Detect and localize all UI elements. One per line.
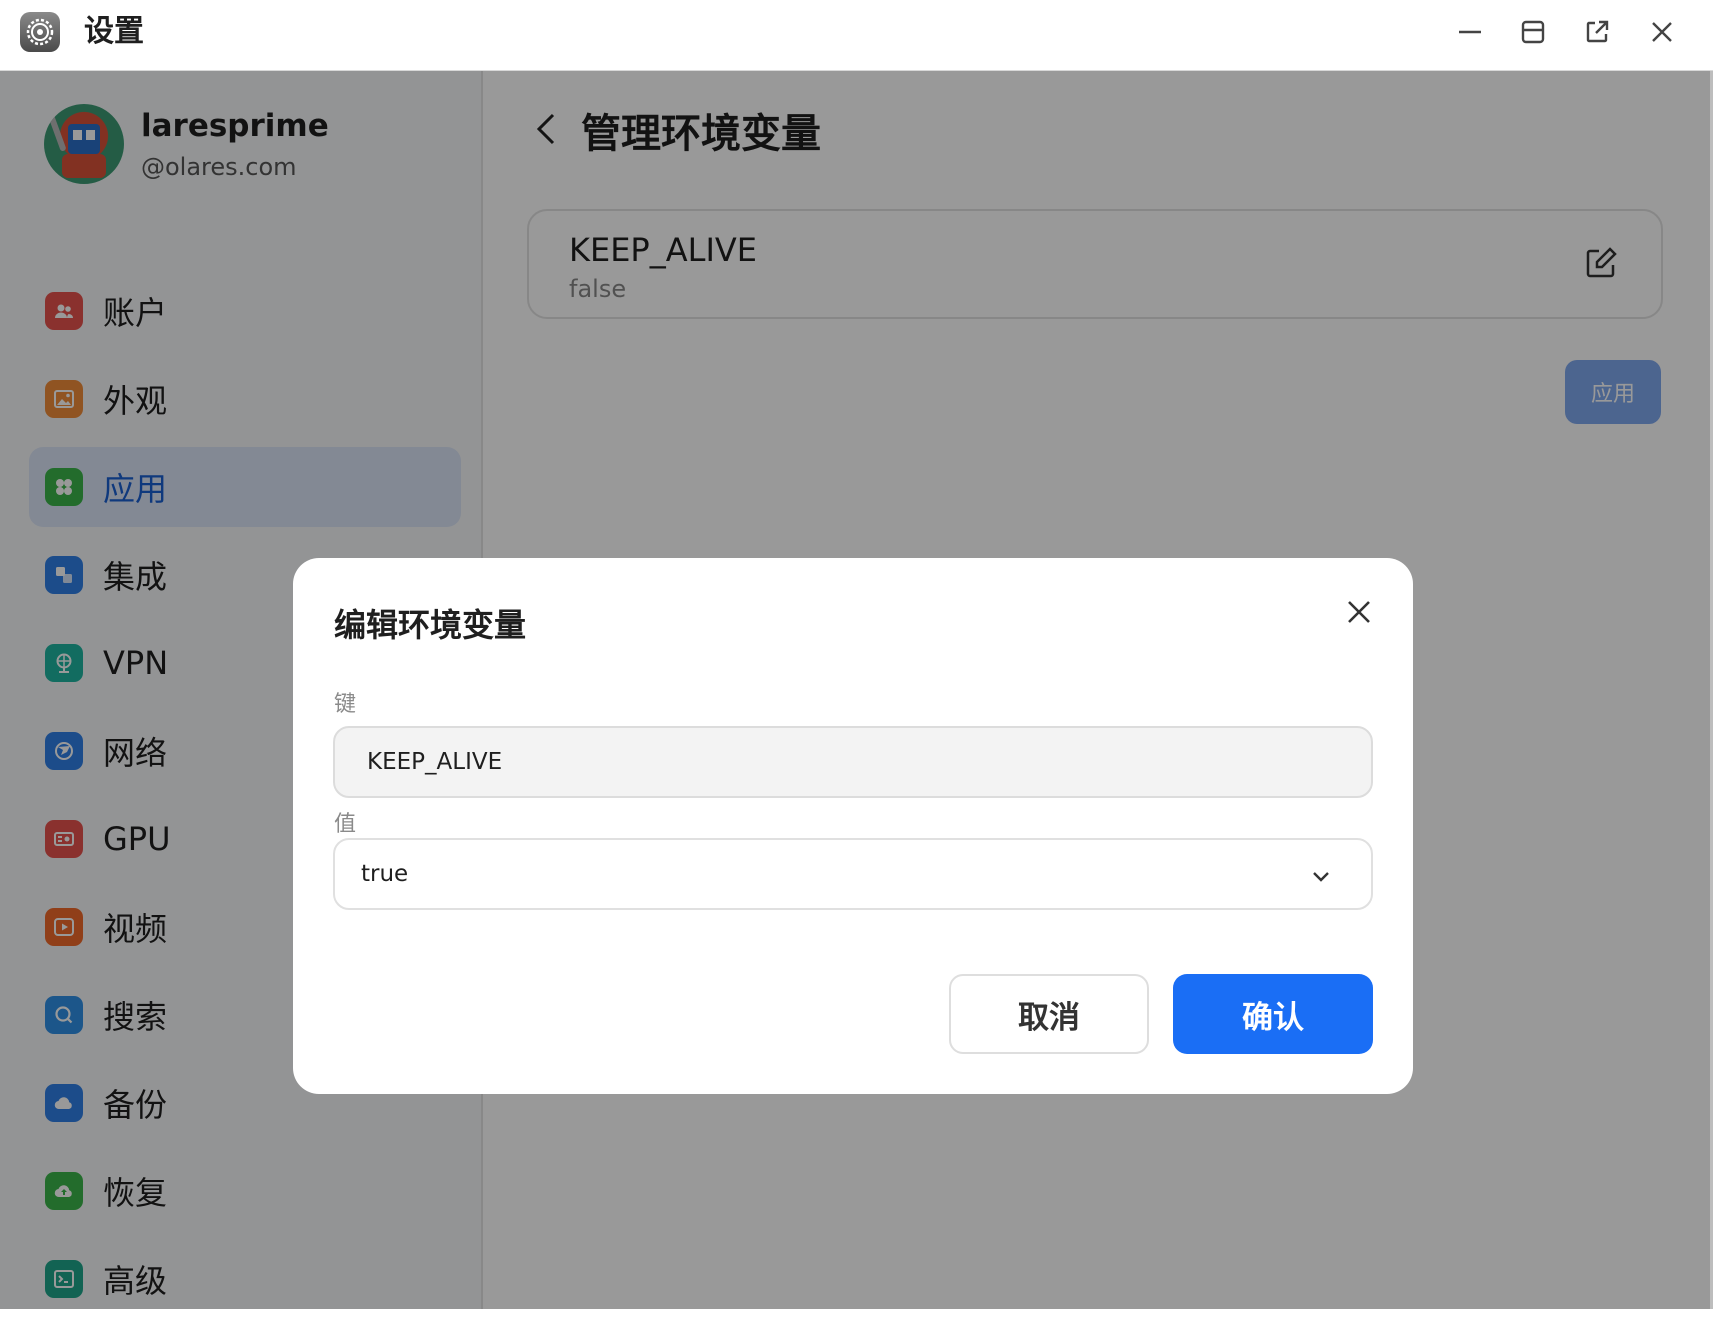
value-select-text: true (361, 861, 409, 887)
key-field-label: 键 (334, 692, 357, 717)
maximize-icon[interactable] (1515, 14, 1551, 50)
dialog-title: 编辑环境变量 (334, 606, 527, 644)
value-select[interactable]: true (333, 838, 1373, 910)
edit-env-var-dialog: 编辑环境变量 键 KEEP_ALIVE 值 true 取消 确认 (293, 558, 1413, 1094)
external-link-icon[interactable] (1579, 14, 1615, 50)
close-icon[interactable] (1644, 14, 1680, 50)
gear-icon (20, 12, 60, 52)
minimize-icon[interactable] (1452, 14, 1488, 50)
value-field-label: 值 (334, 812, 357, 837)
key-field[interactable]: KEEP_ALIVE (333, 726, 1373, 798)
chevron-down-icon (1307, 862, 1335, 890)
confirm-button[interactable]: 确认 (1173, 974, 1373, 1054)
close-icon[interactable] (1341, 594, 1377, 630)
window-titlebar: 设置 (0, 0, 1713, 71)
window-title: 设置 (84, 14, 144, 49)
cancel-button[interactable]: 取消 (949, 974, 1149, 1054)
